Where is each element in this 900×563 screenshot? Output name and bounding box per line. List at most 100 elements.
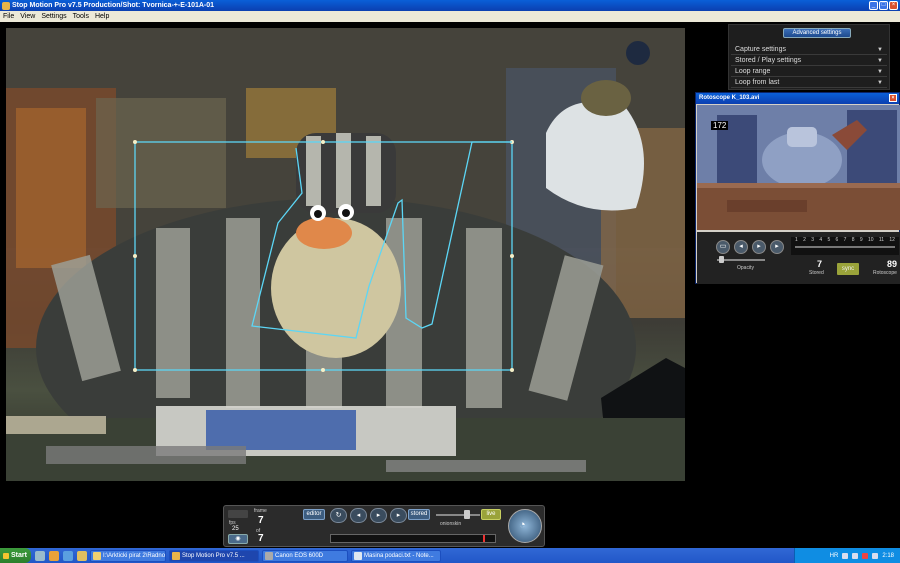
dropdown-arrow-icon: ▼: [877, 80, 883, 86]
timeline-tick: 6: [835, 237, 839, 243]
stored-button[interactable]: stored: [408, 509, 430, 520]
loop-range-item[interactable]: Loop range ▼: [731, 67, 887, 77]
capture-settings-item[interactable]: Capture settings ▼: [731, 45, 887, 55]
timeline-tick: 4: [819, 237, 823, 243]
update-icon[interactable]: [872, 552, 879, 559]
windows-logo-icon: [3, 552, 9, 559]
rotoscope-timeline[interactable]: 1 2 3 4 5 6 7 8 9 10 11 12: [791, 237, 899, 255]
open-folder-icon[interactable]: ▭: [716, 240, 730, 254]
task-camera-label: Canon EOS 600D: [275, 552, 324, 559]
task-stop-motion-label: Stop Motion Pro v7.5 ...: [182, 552, 245, 559]
title-bar: Stop Motion Pro v7.5 Production/Shot: Tv…: [0, 0, 900, 11]
capture-frame-button[interactable]: ◔: [508, 509, 542, 543]
stop-motion-icon: [172, 551, 180, 560]
onionskin-slider[interactable]: [436, 514, 480, 516]
camera-toggle[interactable]: [228, 510, 248, 518]
dropdown-arrow-icon: ▼: [877, 58, 883, 64]
frame-value: 7: [258, 515, 264, 526]
language-indicator[interactable]: HR: [830, 553, 839, 559]
advanced-settings-button[interactable]: Advanced settings: [783, 28, 851, 38]
timeline-tick: 1: [795, 237, 798, 243]
timeline-tick: 2: [803, 237, 806, 243]
app-icon: [2, 1, 10, 10]
rotoscope-value: 89: [887, 259, 898, 269]
loop-from-last-item[interactable]: Loop from last ▼: [731, 78, 887, 88]
loop-range-label: Loop range: [735, 68, 771, 75]
menu-tools[interactable]: Tools: [73, 13, 89, 20]
stored-play-settings-label: Stored / Play settings: [735, 57, 802, 64]
stored-play-settings-item[interactable]: Stored / Play settings ▼: [731, 56, 887, 66]
quicklaunch-desktop-icon[interactable]: [63, 550, 73, 561]
menu-bar: File View Settings Tools Help: [0, 11, 900, 22]
rotoscope-title-bar[interactable]: Rotoscope K_103.avi ×: [696, 93, 899, 104]
taskbar: Start I:\Arkticki pirat 2\Radno Stop Mot…: [0, 548, 900, 563]
timeline-playhead[interactable]: [483, 535, 485, 542]
settings-panel: Advanced settings Capture settings ▼ Sto…: [728, 24, 890, 90]
menu-file[interactable]: File: [3, 13, 14, 20]
timeline-tick: 12: [889, 237, 895, 243]
loop-icon[interactable]: ↻: [330, 508, 347, 523]
quicklaunch-explorer-icon[interactable]: [77, 550, 87, 561]
menu-view[interactable]: View: [20, 13, 35, 20]
play-icon[interactable]: ▸: [370, 508, 387, 523]
quicklaunch-browser-icon[interactable]: [35, 550, 45, 561]
maximize-icon[interactable]: □: [879, 1, 888, 10]
opacity-label: Opacity: [737, 265, 754, 271]
live-button[interactable]: live: [481, 509, 501, 520]
volume-icon[interactable]: [852, 552, 859, 559]
frame-timeline[interactable]: [330, 534, 496, 543]
step-back-icon[interactable]: ◂: [350, 508, 367, 523]
menu-settings[interactable]: Settings: [41, 13, 66, 20]
window-buttons: _ □ ×: [869, 1, 898, 10]
onionskin-slider-handle[interactable]: [464, 510, 470, 519]
notepad-icon: [354, 551, 362, 560]
security-icon[interactable]: [862, 552, 869, 559]
task-notepad[interactable]: Masina podaci.txt - Note...: [351, 549, 441, 562]
task-folder[interactable]: I:\Arkticki pirat 2\Radno: [90, 549, 166, 562]
opacity-slider-handle[interactable]: [719, 256, 724, 263]
stored-value: 7: [817, 259, 823, 269]
rotoscope-label: Rotoscope: [873, 270, 897, 276]
timeline-track: [795, 246, 895, 248]
close-icon[interactable]: ×: [889, 94, 897, 102]
timeline-tick: 8: [851, 237, 855, 243]
capture-viewport[interactable]: [6, 28, 685, 481]
network-icon[interactable]: [842, 552, 849, 559]
total-frames-value: 7: [258, 533, 264, 544]
opacity-slider[interactable]: [717, 259, 765, 261]
task-folder-label: I:\Arkticki pirat 2\Radno: [103, 552, 166, 559]
start-label: Start: [11, 552, 27, 559]
step-back-icon[interactable]: ◂: [734, 240, 748, 254]
camera-icon: [265, 551, 273, 560]
scene-image: [6, 28, 685, 481]
play-icon[interactable]: ▸: [752, 240, 766, 254]
fps-value[interactable]: 25: [232, 526, 239, 532]
quicklaunch-media-icon[interactable]: [49, 550, 59, 561]
rotoscope-frame-number: 172: [711, 121, 729, 130]
rotoscope-title: Rotoscope K_103.avi: [699, 95, 760, 101]
close-icon[interactable]: ×: [889, 1, 898, 10]
rotoscope-preview: 172: [697, 105, 900, 230]
timeline-tick: 11: [878, 237, 885, 243]
sync-button[interactable]: sync: [837, 263, 859, 275]
start-button[interactable]: Start: [0, 548, 31, 563]
menu-help[interactable]: Help: [95, 13, 109, 20]
task-notepad-label: Masina podaci.txt - Note...: [364, 552, 434, 559]
onionskin-label: onionskin: [440, 521, 462, 527]
folder-icon: [93, 551, 101, 560]
timeline-tick: 3: [811, 237, 814, 243]
task-stop-motion[interactable]: Stop Motion Pro v7.5 ...: [169, 549, 259, 562]
editor-button[interactable]: editor: [303, 509, 325, 520]
rotoscope-window: Rotoscope K_103.avi × 172 ▭ ◂ ▸ ▸ 1 2 3 …: [695, 92, 900, 284]
clock: 2:18: [882, 552, 894, 559]
task-camera[interactable]: Canon EOS 600D: [262, 549, 348, 562]
minimize-icon[interactable]: _: [869, 1, 878, 10]
step-forward-icon[interactable]: ▸: [390, 508, 407, 523]
dropdown-arrow-icon: ▼: [877, 47, 883, 53]
system-tray: HR 2:18: [794, 548, 900, 563]
timeline-tick: 7: [843, 237, 847, 243]
timeline-tick: 5: [827, 237, 831, 243]
rotoscope-controls: ▭ ◂ ▸ ▸ 1 2 3 4 5 6 7 8 9 10 11 12 Opaci…: [697, 232, 900, 284]
step-forward-icon[interactable]: ▸: [770, 240, 784, 254]
capture-icon[interactable]: ◉: [228, 534, 248, 544]
